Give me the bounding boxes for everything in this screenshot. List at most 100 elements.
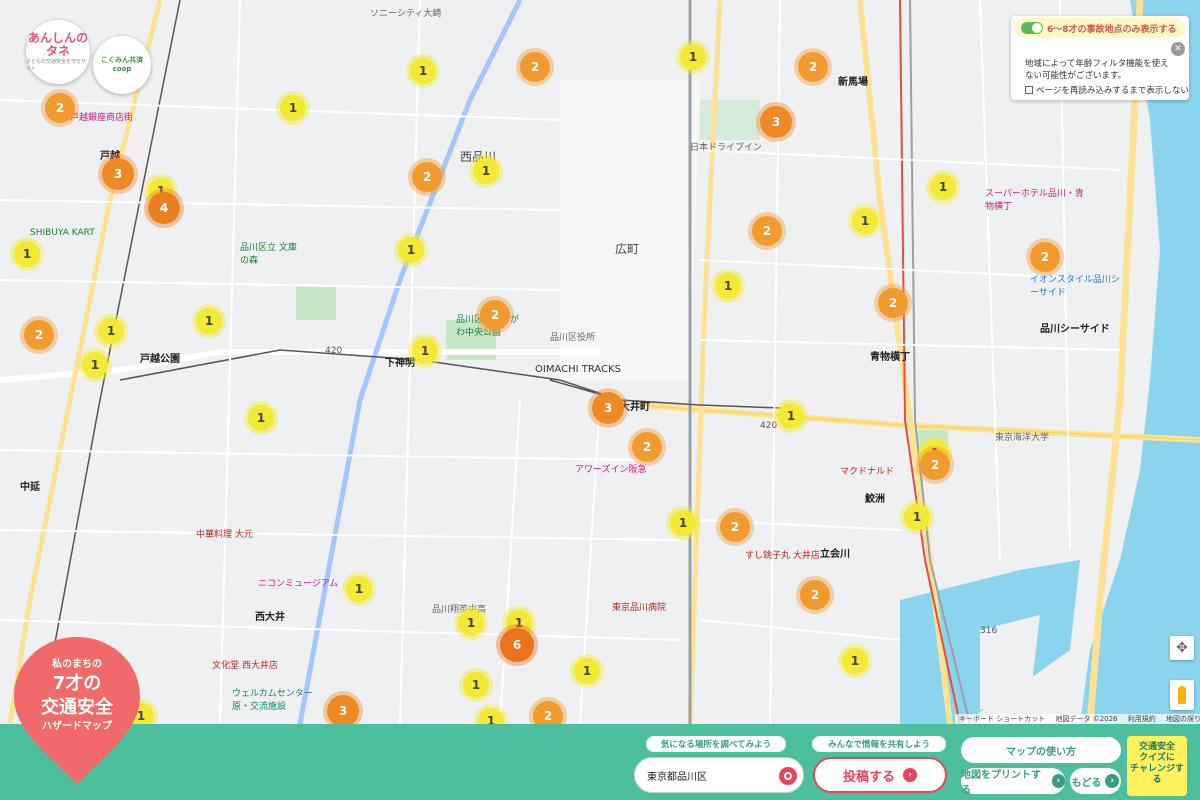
dont-show-checkbox-row[interactable]: ページを再読み込みするまで表示しない [1025, 84, 1189, 96]
accident-marker[interactable]: 3 [760, 106, 792, 138]
accident-marker[interactable]: 1 [904, 504, 930, 530]
poi-label: 中華料理 大元 [196, 530, 253, 540]
accident-marker[interactable]: 1 [778, 403, 804, 429]
search-icon[interactable] [779, 767, 797, 785]
accident-marker[interactable]: 2 [24, 320, 54, 350]
accident-marker[interactable]: 2 [45, 93, 75, 123]
print-map-button[interactable]: 地図をプリントする › [961, 768, 1065, 796]
accident-marker[interactable]: 1 [473, 158, 499, 184]
road-label: 316 [980, 626, 998, 636]
accident-marker[interactable]: 2 [800, 580, 830, 610]
accident-marker[interactable]: 1 [280, 95, 306, 121]
terms-link[interactable]: 利用規約 [1128, 715, 1156, 723]
search-box[interactable] [634, 757, 804, 793]
poi-label: 戸越銀座商店街 [70, 113, 134, 123]
accident-marker[interactable]: 1 [715, 273, 741, 299]
accident-marker[interactable]: 3 [592, 392, 624, 424]
accident-marker[interactable]: 1 [852, 208, 878, 234]
map-base [0, 0, 1200, 724]
keyboard-shortcuts-link[interactable]: キーボード ショートカット [959, 715, 1045, 723]
search-input[interactable] [647, 769, 775, 781]
poi-label: 品川区役所 [550, 333, 596, 343]
poi-label: OIMACHI TRACKS [535, 364, 621, 375]
hazard-map-badge: 私のまちの 7才の 交通安全 ハザードマップ [12, 635, 142, 787]
search-prompt-label: 気になる場所を調べてみよう [646, 736, 786, 752]
accident-marker[interactable]: 1 [412, 338, 438, 364]
poi-label: アワーズイン阪急 [575, 465, 647, 475]
accident-marker[interactable]: 2 [920, 450, 950, 480]
accident-marker[interactable]: 1 [463, 672, 489, 698]
toggle-switch[interactable] [1021, 22, 1043, 34]
poi-label: 日本ドライブイン [690, 143, 763, 153]
chevron-right-icon: › [1105, 774, 1120, 788]
poi-label: 東京海洋大学 [995, 433, 1050, 443]
accident-marker[interactable]: 1 [458, 610, 484, 636]
chevron-right-icon: › [903, 768, 917, 782]
post-button-label: 投稿する [842, 769, 895, 785]
accident-marker[interactable]: 2 [520, 52, 550, 82]
accident-marker[interactable]: 1 [398, 237, 424, 263]
filter-notice-text: 地域によって年齢フィルタ機能を使えない可能性がございます。 [1025, 59, 1169, 81]
back-button[interactable]: もどる › [1070, 768, 1121, 794]
partner-logo[interactable]: こくみん共済 coop [93, 36, 151, 94]
accident-marker[interactable]: 1 [842, 648, 868, 674]
accident-marker[interactable]: 1 [680, 44, 706, 70]
street-view-pegman-icon[interactable] [1170, 680, 1194, 710]
accident-marker[interactable]: 2 [878, 288, 908, 318]
hazard-title-line3: 交通安全 [41, 697, 113, 718]
map-canvas[interactable]: 広町 西品川 大井町 下神明 西大井 鮫洲 青物横丁 新馬場 品川シーサイド 戸… [0, 0, 1200, 724]
area-label: 広町 [615, 242, 640, 256]
accident-marker[interactable]: 2 [1030, 242, 1060, 272]
traffic-quiz-button[interactable]: 交通安全 クイズに チャレンジする [1127, 736, 1187, 796]
accident-marker[interactable]: 1 [98, 318, 124, 344]
accident-marker[interactable]: 1 [196, 308, 222, 334]
accident-marker[interactable]: 2 [412, 162, 442, 192]
close-icon[interactable]: ✕ [1171, 42, 1185, 56]
poi-label: マクドナルド [840, 467, 895, 477]
age-filter-toggle[interactable]: 6～8才の事故地点のみ表示する [1015, 18, 1185, 38]
road-label: 420 [760, 421, 778, 431]
accident-marker[interactable]: 2 [752, 216, 782, 246]
accident-marker[interactable]: 2 [480, 300, 510, 330]
accident-marker[interactable]: 3 [327, 695, 359, 724]
camera-control-icon[interactable]: ✥ [1170, 636, 1194, 660]
poi-label: ウェルカムセンター原・交流施設 [232, 689, 313, 712]
accident-marker[interactable]: 4 [148, 192, 180, 224]
anshin-no-tane-logo[interactable]: あんしんのタネ 子どもの交通安全を守るサイト [26, 20, 90, 84]
accident-marker[interactable]: 2 [720, 512, 750, 542]
accident-marker[interactable]: 3 [102, 158, 134, 190]
how-to-use-button[interactable]: マップの使い方 [961, 737, 1121, 763]
hazard-title-line1: 私のまちの [52, 659, 102, 670]
poi-label: 東京品川病院 [612, 603, 667, 613]
dont-show-checkbox[interactable] [1025, 86, 1033, 94]
accident-marker[interactable]: 1 [82, 352, 108, 378]
accident-marker[interactable]: 2 [632, 432, 662, 462]
accident-marker[interactable]: 1 [574, 658, 600, 684]
logo-text: あんしんのタネ [27, 31, 88, 58]
post-button[interactable]: 投稿する › [813, 757, 947, 793]
station-label: 下神明 [385, 358, 415, 369]
poi-label: 文化堂 西大井店 [212, 661, 278, 671]
report-error-link[interactable]: 地図の誤りを報告する [1166, 715, 1200, 723]
accident-marker[interactable]: 1 [670, 510, 696, 536]
accident-marker[interactable]: 6 [500, 628, 534, 662]
age-filter-panel: 6～8才の事故地点のみ表示する ✕ 地域によって年齢フィルタ機能を使えない可能性… [1011, 16, 1189, 100]
poi-label: SHIBUYA KART [30, 228, 95, 238]
accident-marker[interactable]: 1 [14, 241, 40, 267]
accident-marker[interactable]: 1 [410, 58, 436, 84]
chevron-right-icon: › [1052, 774, 1065, 788]
dont-show-label: ページを再読み込みするまで表示しない [1036, 86, 1189, 96]
map-attribution: キーボード ショートカット 地図データ ©2026 利用規約 地図の誤りを報告す… [955, 714, 1200, 724]
station-label: 戸越公園 [140, 354, 180, 365]
accident-marker[interactable]: 2 [798, 52, 828, 82]
poi-label: イオンスタイル品川シーサイド [1030, 275, 1120, 298]
accident-marker[interactable]: 1 [930, 174, 956, 200]
accident-marker[interactable]: 2 [533, 701, 563, 724]
accident-marker[interactable]: 1 [248, 405, 274, 431]
station-label: 鮫洲 [865, 494, 885, 505]
how-to-use-label: マップの使い方 [1006, 746, 1076, 758]
poi-label: すし銚子丸 大井店 [745, 551, 820, 561]
share-prompt-label: みんなで情報を共有しよう [812, 736, 946, 752]
accident-marker[interactable]: 1 [346, 576, 372, 602]
poi-label: ソニーシティ大崎 [370, 9, 442, 19]
